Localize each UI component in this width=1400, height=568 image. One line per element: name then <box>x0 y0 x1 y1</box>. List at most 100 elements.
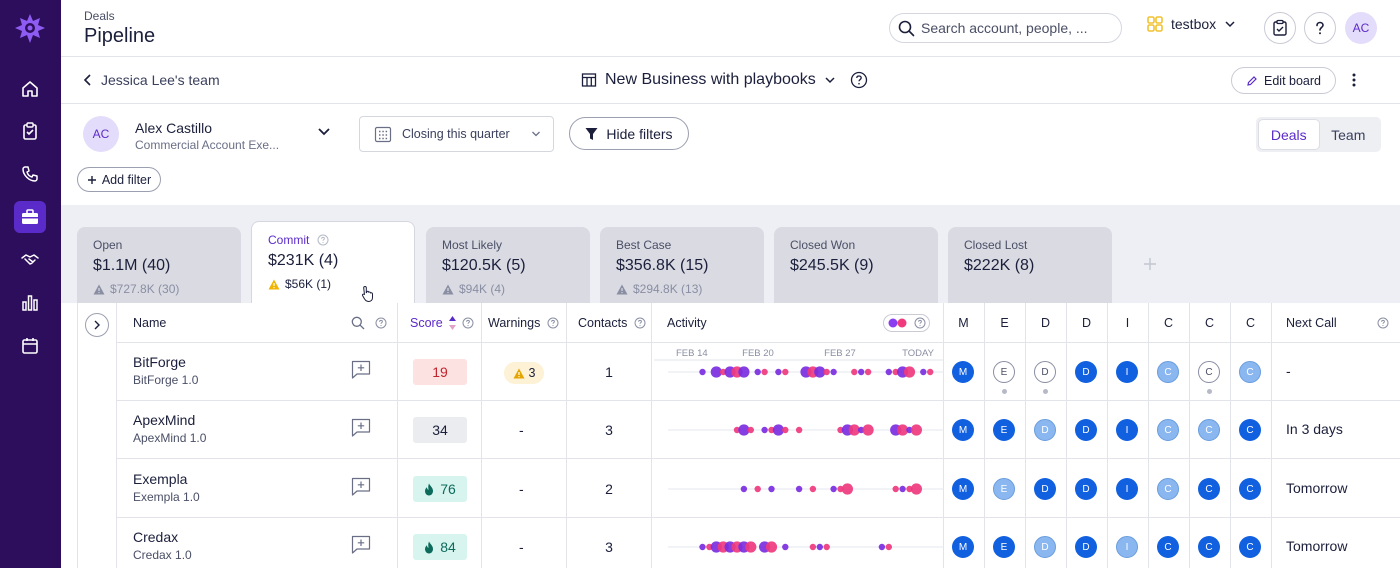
meddic-status-pill[interactable]: C <box>1157 478 1179 500</box>
meddic-status-pill[interactable]: D <box>1075 419 1097 441</box>
meddic-status-pill[interactable]: C <box>1239 419 1261 441</box>
search-box[interactable] <box>889 13 1122 43</box>
sidebar-item-tasks[interactable] <box>14 115 46 147</box>
meddic-status-pill[interactable]: M <box>952 419 974 441</box>
avatar[interactable]: AC <box>1345 12 1377 44</box>
stage-tab-commit[interactable]: Commit $231K (4) $56K (1) <box>251 221 415 304</box>
search-icon[interactable] <box>351 316 365 330</box>
meddic-status-pill[interactable]: E <box>993 536 1015 558</box>
expand-button[interactable] <box>85 313 109 337</box>
search-input[interactable] <box>921 20 1111 36</box>
activity-timeline[interactable]: FEB 14 FEB 20 FEB 27 TODAY <box>654 343 944 401</box>
column-header-contacts[interactable]: Contacts <box>578 303 646 343</box>
deal-name[interactable]: Exempla <box>133 471 187 487</box>
meddic-status-pill[interactable]: C <box>1239 536 1261 558</box>
meddic-status-pill[interactable]: C <box>1198 419 1220 441</box>
meddic-status-pill[interactable]: C <box>1198 536 1220 558</box>
stage-tab-best-case[interactable]: Best Case $356.8K (15) $294.8K (13) <box>600 227 764 303</box>
meddic-status-pill[interactable]: I <box>1116 419 1138 441</box>
meddic-status-pill[interactable]: D <box>1034 361 1056 383</box>
meddic-status-pill[interactable]: C <box>1157 419 1179 441</box>
owner-dropdown-button[interactable] <box>317 127 331 137</box>
sidebar-item-calendar[interactable] <box>14 330 46 362</box>
board-selector[interactable]: New Business with playbooks <box>581 71 868 89</box>
deal-name[interactable]: ApexMind <box>133 412 195 428</box>
contacts-count[interactable]: 2 <box>589 481 629 497</box>
column-header-meddic-c2[interactable]: C <box>1189 303 1230 343</box>
column-header-meddic-c1[interactable]: C <box>1148 303 1189 343</box>
help-circle-icon[interactable] <box>1377 303 1389 343</box>
sidebar-item-home[interactable] <box>14 73 46 105</box>
add-filter-button[interactable]: Add filter <box>77 167 161 192</box>
tasks-button[interactable] <box>1264 12 1296 44</box>
help-circle-icon[interactable] <box>850 71 868 89</box>
meddic-status-pill[interactable]: D <box>1034 536 1056 558</box>
meddic-status-pill[interactable]: D <box>1075 536 1097 558</box>
meddic-status-pill[interactable]: D <box>1075 478 1097 500</box>
meddic-status-pill[interactable]: E <box>993 419 1015 441</box>
column-header-meddic-i[interactable]: I <box>1107 303 1148 343</box>
column-header-activity[interactable]: Activity <box>667 303 707 343</box>
table-row[interactable]: Exempla Exempla 1.0 76-2 M E D D I C C C Tomorrow <box>117 460 1400 518</box>
owner-name[interactable]: Alex Castillo <box>135 120 212 136</box>
meddic-status-pill[interactable]: M <box>952 361 974 383</box>
meddic-status-pill[interactable]: E <box>993 361 1015 383</box>
add-note-icon[interactable] <box>351 477 371 497</box>
stage-tab-open[interactable]: Open $1.1M (40) $727.8K (30) <box>77 227 241 303</box>
meddic-status-pill[interactable]: D <box>1034 478 1056 500</box>
period-select[interactable]: Closing this quarter <box>359 116 554 152</box>
meddic-status-pill[interactable]: I <box>1116 361 1138 383</box>
column-header-meddic-d2[interactable]: D <box>1066 303 1107 343</box>
table-row[interactable]: Credax Credax 1.0 84-3 M E D D I C C C Tomorrow <box>117 518 1400 568</box>
meddic-status-pill[interactable]: M <box>952 478 974 500</box>
view-deals-tab[interactable]: Deals <box>1259 120 1319 149</box>
stage-tab-closed-lost[interactable]: Closed Lost $222K (8) <box>948 227 1112 303</box>
column-header-meddic-m[interactable]: M <box>943 303 984 343</box>
stage-tab-closed-won[interactable]: Closed Won $245.5K (9) <box>774 227 938 303</box>
activity-timeline[interactable] <box>654 460 944 518</box>
help-button[interactable] <box>1304 12 1336 44</box>
help-circle-icon[interactable] <box>375 317 387 329</box>
logo-icon[interactable] <box>14 12 46 46</box>
meddic-status-pill[interactable]: C <box>1157 536 1179 558</box>
meddic-status-pill[interactable]: D <box>1034 419 1056 441</box>
sidebar-item-calls[interactable] <box>14 158 46 190</box>
edit-board-button[interactable]: Edit board <box>1231 67 1336 94</box>
meddic-status-pill[interactable]: I <box>1116 536 1138 558</box>
meddic-status-pill[interactable]: D <box>1075 361 1097 383</box>
contacts-count[interactable]: 3 <box>589 422 629 438</box>
more-menu-button[interactable] <box>1351 71 1357 89</box>
add-note-icon[interactable] <box>351 535 371 555</box>
contacts-count[interactable]: 1 <box>589 364 629 380</box>
meddic-status-pill[interactable]: M <box>952 536 974 558</box>
column-header-score[interactable]: Score <box>410 303 474 343</box>
workspace-switcher[interactable]: testbox <box>1147 16 1236 32</box>
add-stage-button[interactable] <box>1139 253 1161 275</box>
contacts-count[interactable]: 3 <box>589 539 629 555</box>
add-note-icon[interactable] <box>351 418 371 438</box>
table-row[interactable]: BitForge BitForge 1.0 19 3 1 FEB 14 FEB 20 FEB … <box>117 343 1400 401</box>
add-note-icon[interactable] <box>351 360 371 380</box>
sidebar-item-engage[interactable] <box>14 244 46 276</box>
column-header-meddic-c3[interactable]: C <box>1230 303 1271 343</box>
meddic-status-pill[interactable]: C <box>1157 361 1179 383</box>
column-header-next-call[interactable]: Next Call <box>1286 303 1337 343</box>
stage-tab-most-likely[interactable]: Most Likely $120.5K (5) $94K (4) <box>426 227 590 303</box>
warnings-badge[interactable]: 3 <box>504 362 544 384</box>
column-header-meddic-d1[interactable]: D <box>1025 303 1066 343</box>
table-row[interactable]: ApexMind ApexMind 1.0 34-3 M E D D I C C C In 3 day… <box>117 401 1400 459</box>
meddic-status-pill[interactable]: C <box>1239 478 1261 500</box>
hide-filters-button[interactable]: Hide filters <box>569 117 689 150</box>
view-team-tab[interactable]: Team <box>1319 120 1379 149</box>
column-header-warnings[interactable]: Warnings <box>488 303 559 343</box>
deal-name[interactable]: BitForge <box>133 354 186 370</box>
column-header-name[interactable]: Name <box>133 303 166 343</box>
deal-name[interactable]: Credax <box>133 529 178 545</box>
meddic-status-pill[interactable]: C <box>1198 478 1220 500</box>
back-link[interactable]: Jessica Lee's team <box>83 72 220 88</box>
column-header-meddic-e[interactable]: E <box>984 303 1025 343</box>
meddic-status-pill[interactable]: C <box>1239 361 1261 383</box>
sidebar-item-deals[interactable] <box>14 201 46 233</box>
meddic-status-pill[interactable]: E <box>993 478 1015 500</box>
activity-timeline[interactable] <box>654 518 944 568</box>
